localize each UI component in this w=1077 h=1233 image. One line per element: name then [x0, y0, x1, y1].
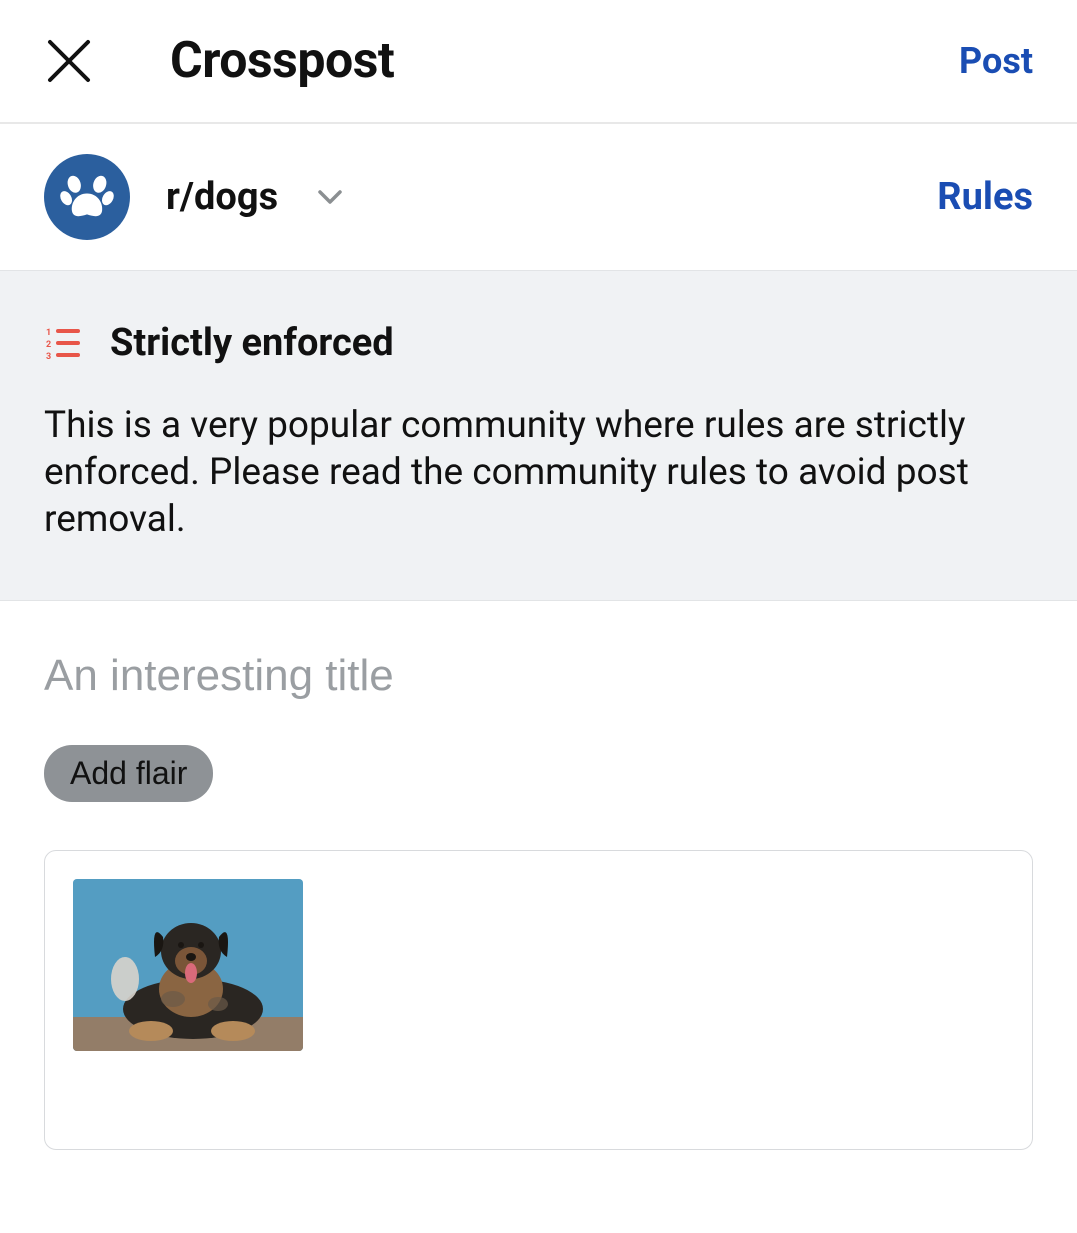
paw-icon [58, 168, 116, 226]
header-left: Crosspost [44, 32, 394, 90]
add-flair-button[interactable]: Add flair [44, 745, 213, 802]
preview-thumbnail [73, 879, 303, 1051]
header: Crosspost Post [0, 0, 1077, 124]
svg-text:3: 3 [46, 352, 51, 362]
dog-photo-icon [73, 879, 303, 1051]
community-row: r/dogs Rules [0, 124, 1077, 270]
community-selector[interactable]: r/dogs [44, 154, 346, 240]
page-title: Crosspost [170, 32, 394, 90]
rules-button[interactable]: Rules [937, 175, 1033, 219]
content-area: Add flair [0, 601, 1077, 1150]
community-name: r/dogs [166, 175, 278, 219]
numbered-list-icon: 1 2 3 [44, 324, 82, 362]
community-avatar [44, 154, 130, 240]
svg-text:2: 2 [46, 340, 51, 350]
close-icon [44, 36, 94, 86]
title-input[interactable] [44, 651, 1033, 701]
svg-text:1: 1 [46, 328, 51, 338]
close-button[interactable] [44, 36, 94, 86]
crosspost-preview-card[interactable] [44, 850, 1033, 1150]
chevron-down-icon [314, 181, 346, 213]
notice-header: 1 2 3 Strictly enforced [44, 321, 1033, 365]
post-button[interactable]: Post [959, 40, 1033, 82]
notice-body: This is a very popular community where r… [44, 403, 1033, 544]
rules-notice: 1 2 3 Strictly enforced This is a very p… [0, 270, 1077, 601]
notice-title: Strictly enforced [110, 321, 394, 365]
